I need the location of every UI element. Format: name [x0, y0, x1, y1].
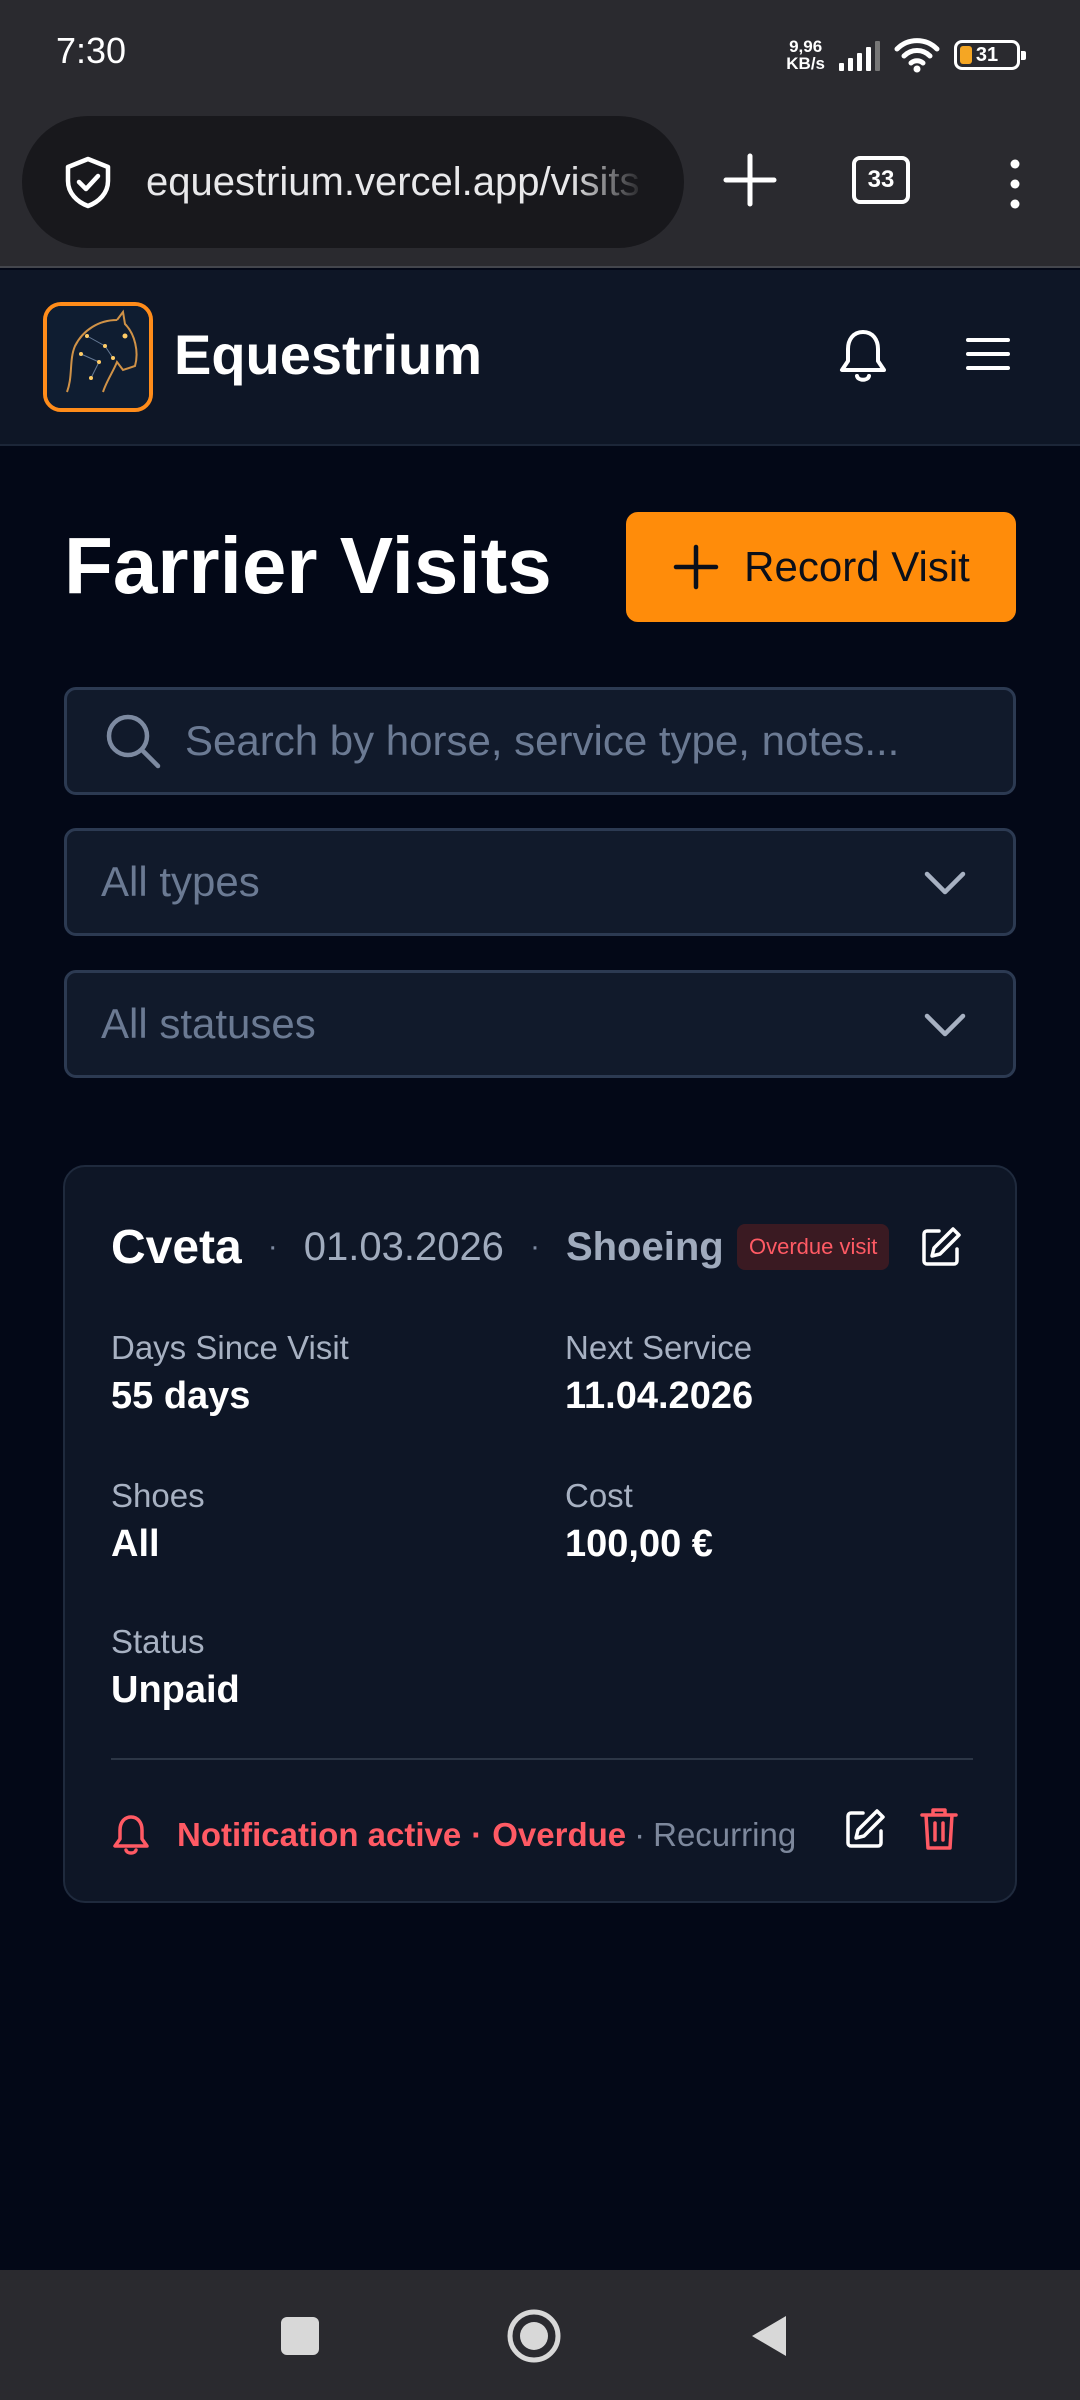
- page-title: Farrier Visits: [64, 521, 552, 610]
- bell-icon: [113, 1815, 149, 1855]
- type-filter-select[interactable]: All types: [64, 828, 1016, 936]
- status-icons: 9,96 KB/s 31: [786, 34, 1026, 76]
- wifi-icon: [894, 38, 940, 73]
- notification-status: Notification active · Overdue · Recurrin…: [111, 1807, 796, 1863]
- status-bar: 7:30 9,96 KB/s 31: [0, 0, 1080, 108]
- menu-icon[interactable]: [966, 334, 1010, 374]
- app-header: Equestrium: [0, 270, 1080, 446]
- plus-icon: [673, 544, 719, 590]
- overdue-text: Overdue: [492, 1816, 627, 1853]
- tab-switcher-button[interactable]: 33: [852, 156, 910, 204]
- brand-name: Equestrium: [174, 323, 483, 386]
- shoes: Shoes All: [111, 1477, 205, 1565]
- visit-card: Cveta · 01.03.2026 · Shoeing Overdue vis…: [63, 1165, 1017, 1903]
- search-icon: [106, 714, 161, 769]
- status-time: 7:30: [56, 30, 127, 71]
- network-speed: 9,96 KB/s: [786, 37, 825, 73]
- browser-toolbar: equestrium.vercel.app/visits 33: [0, 108, 1080, 268]
- horse-name[interactable]: Cveta: [111, 1220, 242, 1275]
- visit-date: 01.03.2026: [303, 1224, 504, 1269]
- notifications-bell-icon[interactable]: [836, 326, 890, 386]
- recurring-text: Recurring: [653, 1816, 797, 1853]
- new-tab-icon[interactable]: [722, 152, 778, 208]
- divider: [111, 1758, 973, 1760]
- chevron-down-icon: [924, 1013, 966, 1037]
- back-button[interactable]: [748, 2312, 788, 2360]
- more-menu-icon[interactable]: [1000, 156, 1030, 212]
- shield-check-icon: [65, 156, 111, 209]
- cost: Cost 100,00 €: [565, 1477, 713, 1565]
- overdue-badge: Overdue visit: [737, 1224, 890, 1270]
- recent-apps-button[interactable]: [281, 2317, 319, 2355]
- app-logo[interactable]: [43, 302, 153, 412]
- address-bar[interactable]: equestrium.vercel.app/visits: [22, 116, 684, 248]
- search-input[interactable]: [185, 717, 1013, 765]
- visit-type: Shoeing: [565, 1224, 724, 1269]
- days-since-visit: Days Since Visit 55 days: [111, 1329, 349, 1417]
- record-visit-label: Record Visit: [744, 543, 970, 590]
- visit-card-header: Cveta · 01.03.2026 · Shoeing: [111, 1220, 724, 1275]
- status-filter-select[interactable]: All statuses: [64, 970, 1016, 1078]
- search-field[interactable]: [64, 687, 1016, 795]
- url-text: equestrium.vercel.app/visits: [146, 159, 640, 204]
- next-service: Next Service 11.04.2026: [565, 1329, 754, 1417]
- chevron-down-icon: [924, 871, 966, 895]
- battery-icon: 31: [954, 40, 1026, 70]
- system-navigation-bar: [0, 2270, 1080, 2400]
- notification-active-text: Notification active: [177, 1816, 462, 1853]
- payment-status: Status Unpaid: [111, 1623, 240, 1711]
- edit-visit-icon[interactable]: [843, 1807, 887, 1851]
- status-filter-value: All statuses: [101, 1000, 316, 1047]
- signal-icon: [839, 39, 880, 71]
- type-filter-value: All types: [101, 858, 260, 905]
- edit-icon[interactable]: [919, 1225, 963, 1269]
- trash-icon[interactable]: [919, 1805, 959, 1853]
- record-visit-button[interactable]: Record Visit: [626, 512, 1016, 622]
- horse-head-icon: [47, 306, 149, 408]
- home-button[interactable]: [506, 2308, 562, 2364]
